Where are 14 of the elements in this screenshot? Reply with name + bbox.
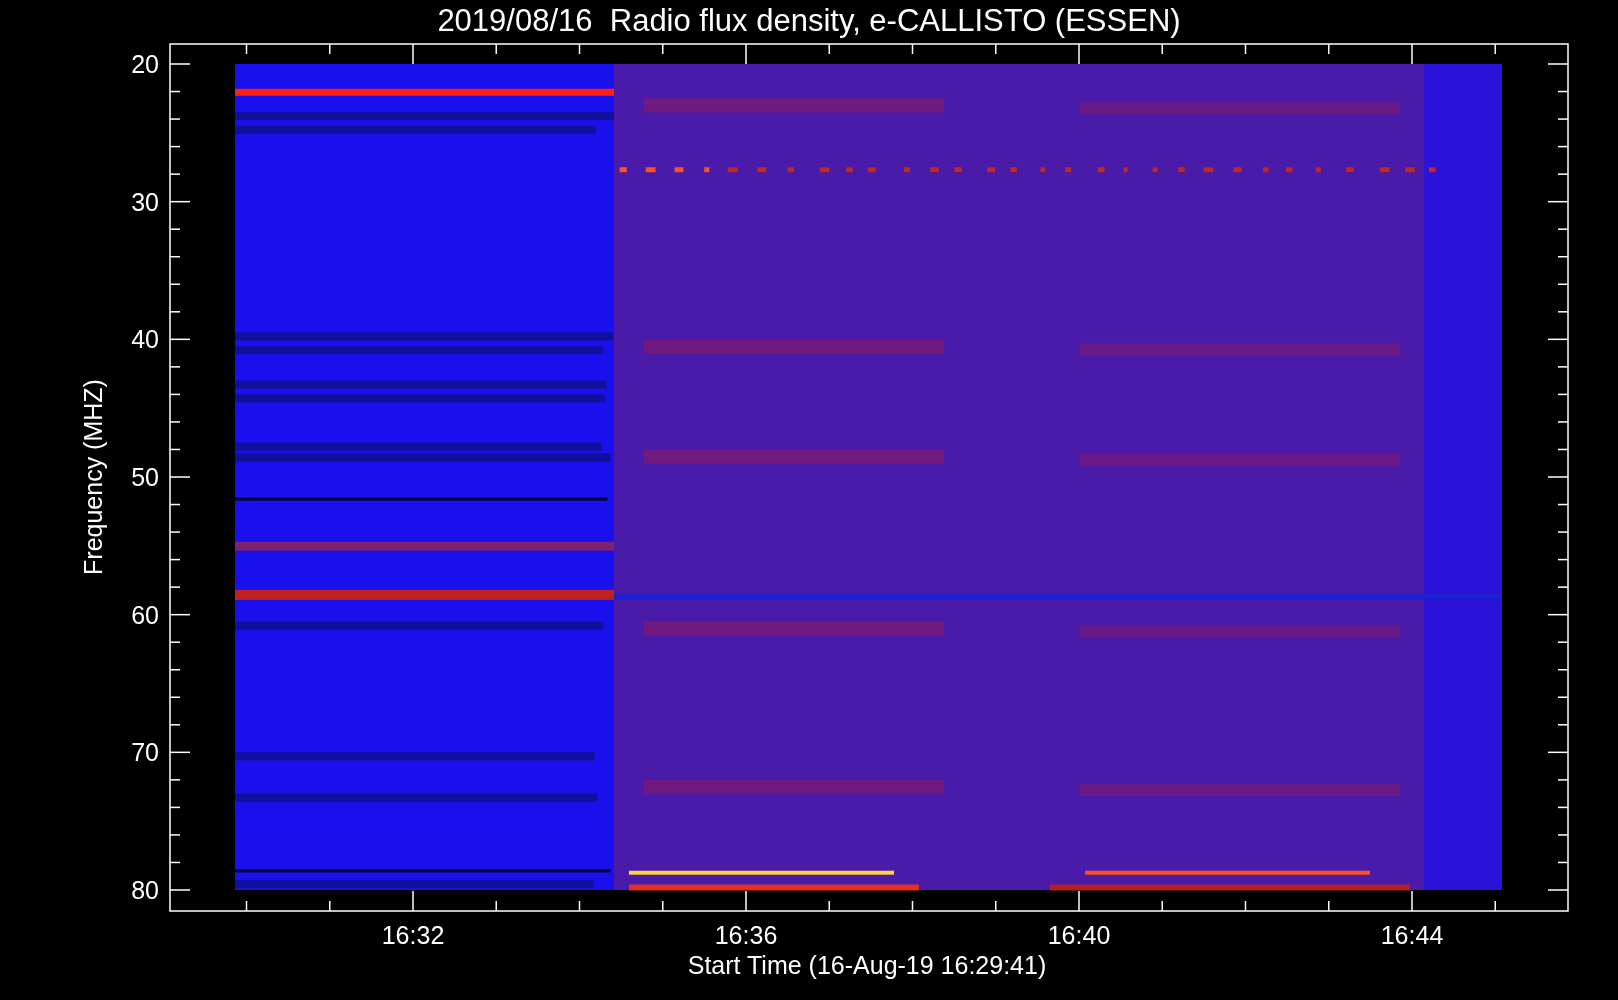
y-axis-label: Frequency (MHZ) — [79, 379, 107, 575]
chart-title: 2019/08/16 Radio flux density, e-CALLISTO (ESSEN) — [437, 3, 1181, 38]
axis-tick-label: 70 — [131, 738, 159, 767]
axis-tick-label: 80 — [131, 876, 159, 904]
axis-tick-label: 20 — [131, 50, 159, 78]
axis-tick-label: 16:32 — [381, 921, 445, 949]
axis-tick-label: 16:44 — [1380, 921, 1444, 949]
axis-tick-label: 60 — [131, 600, 159, 629]
axis-tick-label: 30 — [131, 187, 159, 216]
axis-tick-label: 16:36 — [714, 921, 778, 949]
axis-tick-label: 40 — [131, 325, 159, 354]
x-axis-label: Start Time (16-Aug-19 16:29:41) — [687, 951, 1047, 979]
axis-tick-label: 16:40 — [1047, 921, 1111, 949]
axis-tick-label: 50 — [131, 463, 159, 491]
